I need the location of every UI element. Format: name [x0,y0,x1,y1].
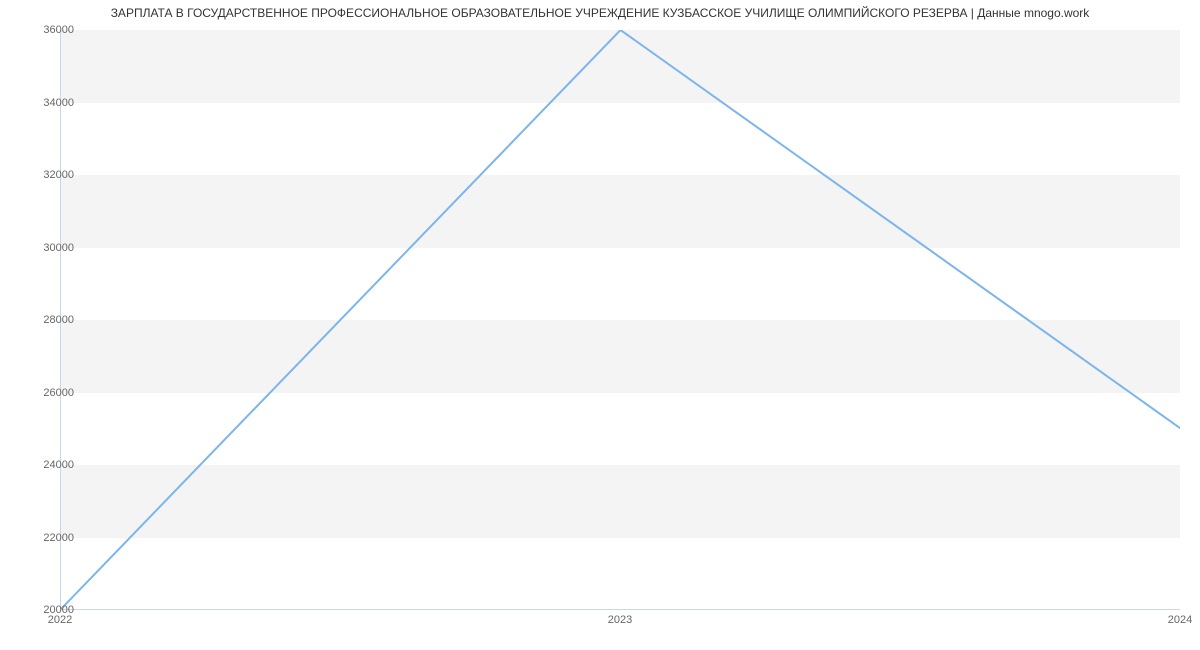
chart-container: ЗАРПЛАТА В ГОСУДАРСТВЕННОЕ ПРОФЕССИОНАЛЬ… [0,0,1200,650]
y-tick-label: 22000 [34,532,74,544]
chart-title: ЗАРПЛАТА В ГОСУДАРСТВЕННОЕ ПРОФЕССИОНАЛЬ… [0,6,1200,20]
x-tick-label: 2023 [608,614,632,626]
y-tick-label: 32000 [34,169,74,181]
y-tick-label: 34000 [34,97,74,109]
plot-area [60,30,1180,610]
x-tick-label: 2024 [1168,614,1192,626]
line-series-svg [61,30,1180,609]
y-tick-label: 26000 [34,387,74,399]
y-tick-label: 28000 [34,314,74,326]
y-tick-label: 36000 [34,24,74,36]
y-tick-label: 24000 [34,459,74,471]
y-tick-label: 30000 [34,242,74,254]
x-tick-label: 2022 [48,614,72,626]
